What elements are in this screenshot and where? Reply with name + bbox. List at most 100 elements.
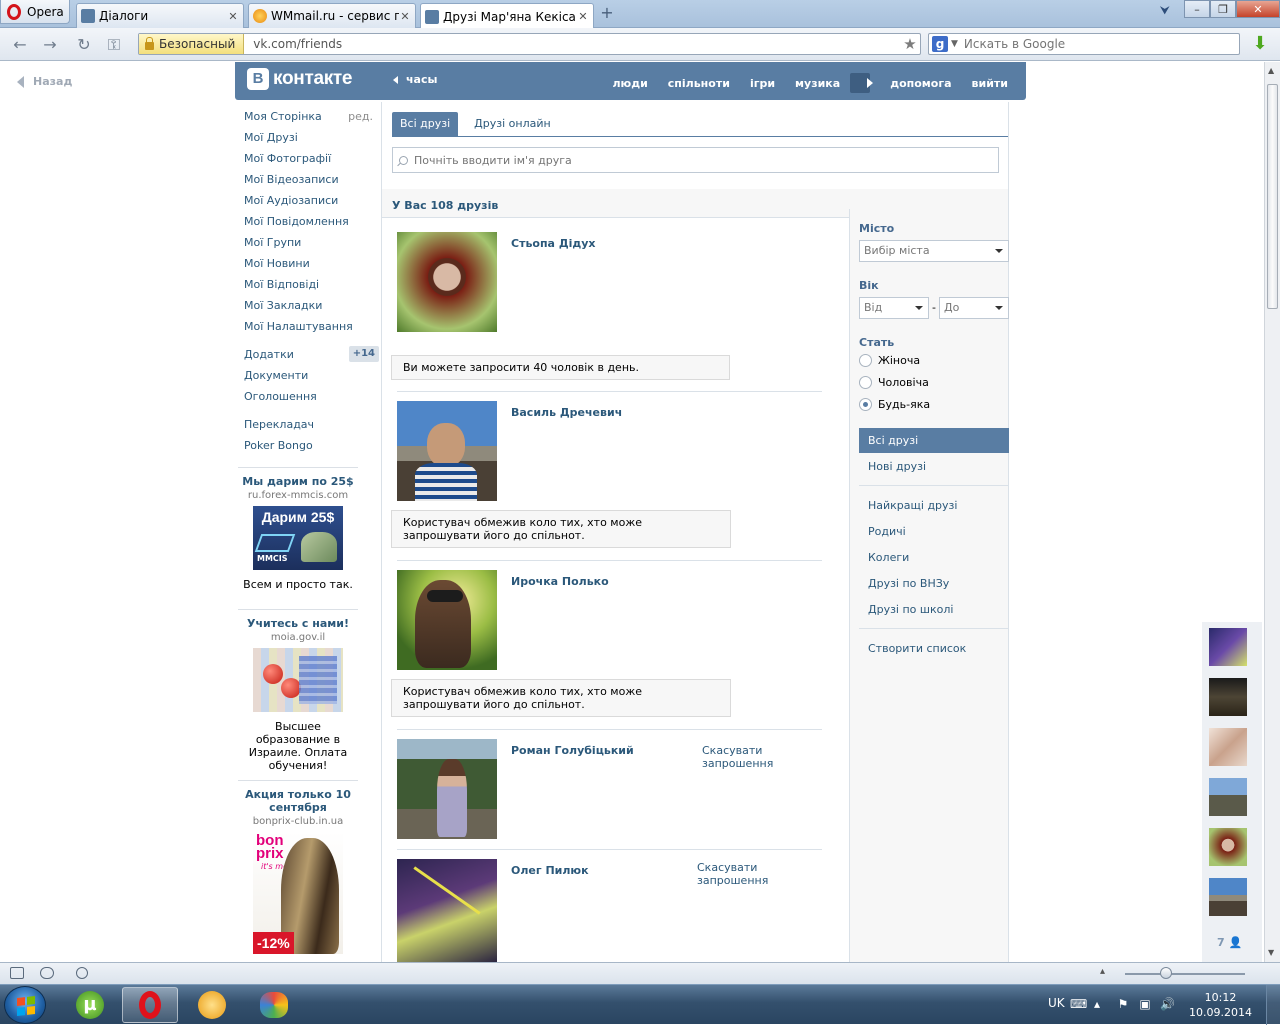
menu-logout[interactable]: вийти: [972, 77, 1008, 90]
action-center-flag-icon[interactable]: ⚑: [1116, 997, 1130, 1011]
search-box[interactable]: g ▼: [928, 33, 1240, 55]
turbo-icon[interactable]: [76, 967, 88, 979]
friend-name[interactable]: Ирочка Полько: [511, 575, 609, 588]
security-badge[interactable]: Безопасный: [139, 34, 245, 54]
tray-expand-icon[interactable]: ▴: [1090, 997, 1104, 1011]
city-select[interactable]: Вибір міста: [859, 240, 1009, 262]
clock[interactable]: 10:12 10.09.2014: [1189, 990, 1252, 1020]
keyboard-icon[interactable]: ⌨: [1070, 997, 1087, 1011]
language-indicator[interactable]: UK: [1048, 996, 1065, 1010]
tab-wmmail[interactable]: WMmail.ru - сервис п... ✕: [248, 3, 416, 28]
friend-avatar[interactable]: [397, 739, 497, 839]
friend-search[interactable]: [392, 147, 999, 173]
friend-avatar[interactable]: [397, 570, 497, 670]
close-tab-icon[interactable]: ✕: [227, 10, 239, 23]
vk-logo[interactable]: В контакте: [247, 68, 353, 90]
filter-nav-colleagues[interactable]: Колеги: [859, 545, 1009, 570]
panel-toggle-icon[interactable]: [10, 967, 24, 979]
bookmark-star-icon[interactable]: ★: [900, 35, 920, 53]
filter-nav-relatives[interactable]: Родичі: [859, 519, 1009, 544]
online-friend-avatar[interactable]: [1209, 778, 1247, 816]
filter-nav-school[interactable]: Друзі по школі: [859, 597, 1009, 622]
page-scrollbar[interactable]: ▲ ▼: [1264, 62, 1280, 962]
ad-israel[interactable]: Учитесь с нами! moia.gov.il Высшее образ…: [238, 609, 358, 772]
online-friend-avatar[interactable]: [1209, 828, 1247, 866]
search-input[interactable]: [963, 37, 1224, 51]
taskbar-utorrent[interactable]: µ: [62, 987, 118, 1023]
friend-search-input[interactable]: [414, 153, 984, 167]
url-text[interactable]: vk.com/friends: [244, 37, 900, 51]
friend-name[interactable]: Стьопа Дідух: [511, 237, 596, 250]
reload-icon[interactable]: ↻: [74, 35, 94, 55]
play-button[interactable]: [850, 73, 874, 93]
online-friend-avatar[interactable]: [1209, 678, 1247, 716]
friend-name[interactable]: Василь Дречевич: [511, 406, 622, 419]
menu-music[interactable]: музика: [795, 77, 840, 90]
left-menu-item-friends[interactable]: Мої Друзі: [244, 131, 379, 152]
friend-avatar[interactable]: [397, 401, 497, 501]
chevron-down-icon[interactable]: ▼: [951, 39, 958, 49]
left-menu-item-my-page[interactable]: Моя Сторінка ред.: [244, 110, 379, 131]
filter-nav-best[interactable]: Найкращі друзі: [859, 493, 1009, 518]
left-menu-item-messages[interactable]: Мої Повідомлення: [244, 215, 379, 236]
left-menu-item-settings[interactable]: Мої Налаштування: [244, 320, 379, 341]
cancel-invite-link[interactable]: Скасувати запрошення: [702, 744, 782, 770]
left-menu-item-ads[interactable]: Оголошення: [244, 390, 379, 411]
taskbar-paint[interactable]: [246, 987, 302, 1023]
ad-title[interactable]: Акция только 10 сентября: [238, 788, 358, 814]
zoom-slider[interactable]: [1125, 973, 1245, 975]
online-friend-avatar[interactable]: [1209, 878, 1247, 916]
menu-help[interactable]: допомога: [890, 77, 951, 90]
left-menu-item-documents[interactable]: Документи: [244, 369, 379, 390]
ad-bonprix[interactable]: Акция только 10 сентября bonprix-club.in…: [238, 780, 358, 954]
left-menu-item-bookmarks[interactable]: Мої Закладки: [244, 299, 379, 320]
menu-games[interactable]: ігри: [750, 77, 775, 90]
volume-icon[interactable]: 🔊: [1160, 997, 1175, 1011]
filter-nav-all[interactable]: Всі друзі: [859, 428, 1009, 453]
left-menu-item-poker-bongo[interactable]: Poker Bongo: [244, 439, 379, 460]
scroll-up-icon[interactable]: ▲: [1268, 66, 1274, 75]
sex-radio-male[interactable]: Чоловіча: [859, 376, 929, 389]
cancel-invite-link[interactable]: Скасувати запрошення: [697, 861, 822, 887]
left-menu-item-photos[interactable]: Мої Фотографії: [244, 152, 379, 173]
minimize-button[interactable]: –: [1184, 0, 1210, 18]
close-tab-icon[interactable]: ✕: [577, 10, 589, 23]
left-menu-item-replies[interactable]: Мої Відповіді: [244, 278, 379, 299]
tab-vk-friends[interactable]: Друзі Мар'яна Кекіса |... ✕: [420, 3, 594, 29]
close-tab-icon[interactable]: ✕: [399, 10, 411, 23]
menu-people[interactable]: люди: [612, 77, 647, 90]
new-tab-button[interactable]: +: [598, 5, 616, 23]
address-bar[interactable]: Безопасный vk.com/friends ★: [138, 33, 921, 55]
sync-cloud-icon[interactable]: [40, 967, 54, 979]
zoom-slider-knob[interactable]: [1160, 967, 1172, 979]
ad-image[interactable]: bon prix it's me! -12%: [253, 832, 343, 954]
ad-title[interactable]: Мы дарим по 25$: [238, 475, 358, 488]
back-arrow-icon[interactable]: ←: [10, 35, 30, 55]
age-from-select[interactable]: Від: [859, 297, 929, 319]
scroll-down-icon[interactable]: ▼: [1268, 948, 1274, 957]
scrollbar-thumb[interactable]: [1267, 84, 1278, 309]
tab-list-icon[interactable]: ⮟: [1160, 3, 1170, 18]
left-menu-item-videos[interactable]: Мої Відеозаписи: [244, 173, 379, 194]
ad-title[interactable]: Учитесь с нами!: [238, 617, 358, 630]
filter-nav-new[interactable]: Нові друзі: [859, 454, 1009, 479]
left-menu-item-news[interactable]: Мої Новини: [244, 257, 379, 278]
menu-communities[interactable]: спільноти: [668, 77, 730, 90]
left-menu-item-audio[interactable]: Мої Аудіозаписи: [244, 194, 379, 215]
download-icon[interactable]: ⬇: [1250, 34, 1270, 54]
forward-arrow-icon[interactable]: →: [40, 35, 60, 55]
show-desktop-button[interactable]: [1266, 985, 1280, 1025]
tab-all-friends[interactable]: Всі друзі: [392, 112, 459, 136]
restore-button[interactable]: ❐: [1210, 0, 1236, 18]
friend-avatar[interactable]: [397, 859, 497, 962]
sex-radio-any[interactable]: Будь-яка: [859, 398, 930, 411]
friend-name[interactable]: Олег Пилюк: [511, 864, 589, 877]
close-window-button[interactable]: ✕: [1236, 0, 1280, 18]
zoom-out-icon[interactable]: ▴: [1100, 966, 1105, 977]
edit-link[interactable]: ред.: [348, 110, 379, 131]
friend-name[interactable]: Роман Голубіцький: [511, 744, 634, 757]
online-friend-avatar[interactable]: [1209, 728, 1247, 766]
ad-image[interactable]: Дарим 25$ MMCIS: [253, 506, 343, 570]
online-friend-avatar[interactable]: [1209, 628, 1247, 666]
start-button[interactable]: [4, 986, 46, 1024]
